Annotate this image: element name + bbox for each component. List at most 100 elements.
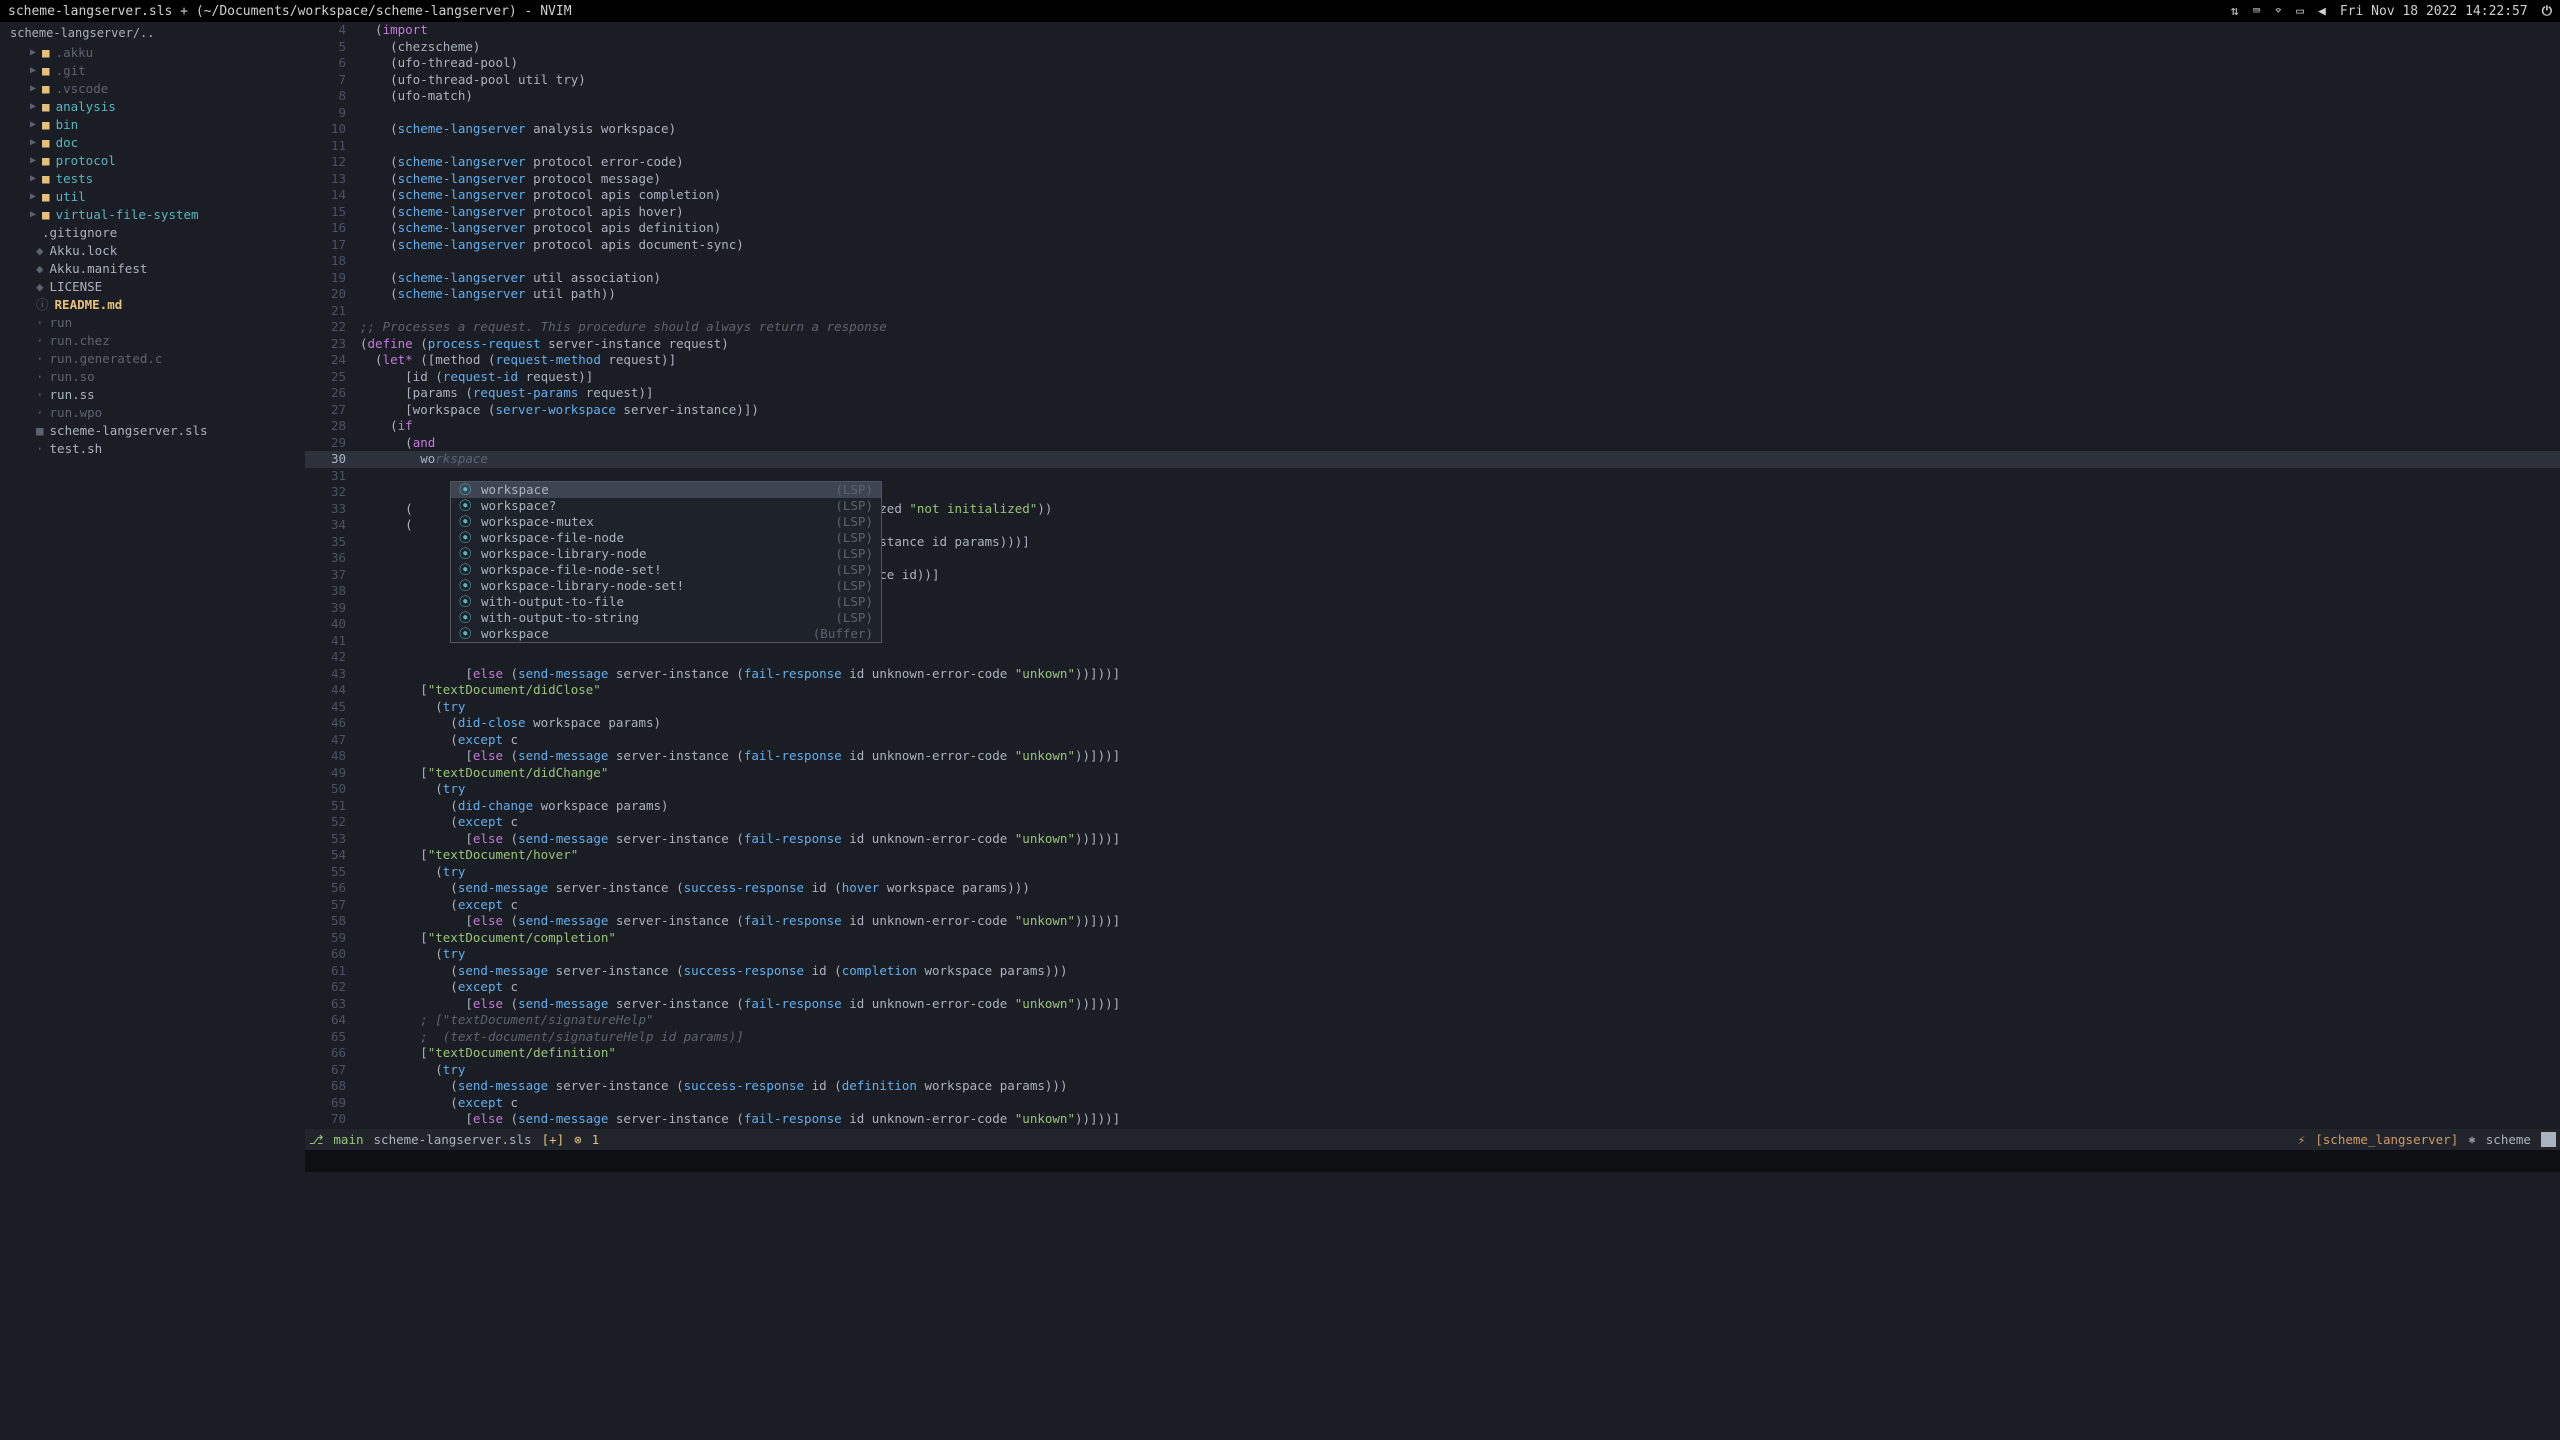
code-line[interactable]: 20 (scheme-langserver util path))	[305, 286, 2560, 303]
code-line[interactable]: 14 (scheme-langserver protocol apis comp…	[305, 187, 2560, 204]
code-line[interactable]: 54 ["textDocument/hover"	[305, 847, 2560, 864]
line-number: 38	[305, 583, 360, 600]
file-tree-item[interactable]: .gitignore	[0, 224, 305, 242]
file-tree-item[interactable]: ◆Akku.manifest	[0, 260, 305, 278]
cmdline-area[interactable]	[305, 1150, 2560, 1172]
completion-item[interactable]: ⦿workspace(Buffer)	[451, 626, 881, 642]
file-tree-item[interactable]: ·run.so	[0, 368, 305, 386]
file-tree-item[interactable]: ▶■.vscode	[0, 80, 305, 98]
completion-item[interactable]: ⦿workspace-file-node-set!(LSP)	[451, 562, 881, 578]
code-line[interactable]: 61 (send-message server-instance (succes…	[305, 963, 2560, 980]
code-line[interactable]: 22;; Processes a request. This procedure…	[305, 319, 2560, 336]
code-line[interactable]: 26 [params (request-params request)]	[305, 385, 2560, 402]
code-line[interactable]: 57 (except c	[305, 897, 2560, 914]
system-tray: ⇅ ⌨ ⌔ ▭ ◀ Fri Nov 18 2022 14:22:57 ⏻	[2231, 4, 2552, 19]
file-tree-sidebar[interactable]: scheme-langserver/.. ▶■.akku▶■.git▶■.vsc…	[0, 22, 305, 1440]
file-tree-item[interactable]: ▶■bin	[0, 116, 305, 134]
code-line[interactable]: 17 (scheme-langserver protocol apis docu…	[305, 237, 2560, 254]
code-line[interactable]: 9	[305, 105, 2560, 122]
code-line[interactable]: 28 (if	[305, 418, 2560, 435]
code-line[interactable]: 30 workspace	[305, 451, 2560, 468]
code-line[interactable]: 63 [else (send-message server-instance (…	[305, 996, 2560, 1013]
file-tree-item[interactable]: ▶■tests	[0, 170, 305, 188]
file-icon: ·	[36, 351, 44, 367]
completion-item[interactable]: ⦿workspace-library-node-set!(LSP)	[451, 578, 881, 594]
code-line[interactable]: 45 (try	[305, 699, 2560, 716]
file-tree-item[interactable]: ·run	[0, 314, 305, 332]
code-line[interactable]: 52 (except c	[305, 814, 2560, 831]
code-line[interactable]: 56 (send-message server-instance (succes…	[305, 880, 2560, 897]
file-tree-item[interactable]: ▶■util	[0, 188, 305, 206]
file-tree-item[interactable]: ◆LICENSE	[0, 278, 305, 296]
file-tree-item[interactable]: ▶■.git	[0, 62, 305, 80]
file-tree-item[interactable]: ▶■.akku	[0, 44, 305, 62]
code-line[interactable]: 19 (scheme-langserver util association)	[305, 270, 2560, 287]
code-line[interactable]: 4 (import	[305, 22, 2560, 39]
code-line[interactable]: 25 [id (request-id request)]	[305, 369, 2560, 386]
code-line[interactable]: 47 (except c	[305, 732, 2560, 749]
completion-item[interactable]: ⦿workspace-library-node(LSP)	[451, 546, 881, 562]
code-line[interactable]: 51 (did-change workspace params)	[305, 798, 2560, 815]
code-line[interactable]: 65 ; (text-document/signatureHelp id par…	[305, 1029, 2560, 1046]
code-line[interactable]: 66 ["textDocument/definition"	[305, 1045, 2560, 1062]
code-line[interactable]: 43 [else (send-message server-instance (…	[305, 666, 2560, 683]
file-tree-item[interactable]: ·run.wpo	[0, 404, 305, 422]
code-line[interactable]: 49 ["textDocument/didChange"	[305, 765, 2560, 782]
code-line[interactable]: 67 (try	[305, 1062, 2560, 1079]
code-line[interactable]: 46 (did-close workspace params)	[305, 715, 2560, 732]
file-tree-item[interactable]: ▶■protocol	[0, 152, 305, 170]
code-line[interactable]: 70 [else (send-message server-instance (…	[305, 1111, 2560, 1128]
code-line[interactable]: 5 (chezscheme)	[305, 39, 2560, 56]
file-tree-item[interactable]: ▶■doc	[0, 134, 305, 152]
file-tree-item[interactable]: ·test.sh	[0, 440, 305, 458]
file-tree-item[interactable]: ·run.ss	[0, 386, 305, 404]
code-line[interactable]: 62 (except c	[305, 979, 2560, 996]
completion-item[interactable]: ⦿workspace(LSP)	[451, 482, 881, 498]
code-line[interactable]: 68 (send-message server-instance (succes…	[305, 1078, 2560, 1095]
code-line[interactable]: 64 ; ["textDocument/signatureHelp"	[305, 1012, 2560, 1029]
code-line[interactable]: 7 (ufo-thread-pool util try)	[305, 72, 2560, 89]
code-line[interactable]: 18	[305, 253, 2560, 270]
code-line[interactable]: 55 (try	[305, 864, 2560, 881]
code-line[interactable]: 16 (scheme-langserver protocol apis defi…	[305, 220, 2560, 237]
code-line[interactable]: 6 (ufo-thread-pool)	[305, 55, 2560, 72]
file-tree-item[interactable]: ▶■analysis	[0, 98, 305, 116]
code-line[interactable]: 21	[305, 303, 2560, 320]
code-line[interactable]: 59 ["textDocument/completion"	[305, 930, 2560, 947]
code-line[interactable]: 50 (try	[305, 781, 2560, 798]
line-number: 10	[305, 121, 360, 138]
code-line[interactable]: 13 (scheme-langserver protocol message)	[305, 171, 2560, 188]
completion-kind-icon: ⦿	[459, 514, 473, 530]
code-line[interactable]: 44 ["textDocument/didClose"	[305, 682, 2560, 699]
editor-pane[interactable]: 4 (import5 (chezscheme)6 (ufo-thread-poo…	[305, 22, 2560, 1440]
code-line[interactable]: 12 (scheme-langserver protocol error-cod…	[305, 154, 2560, 171]
code-line[interactable]: 8 (ufo-match)	[305, 88, 2560, 105]
code-line[interactable]: 10 (scheme-langserver analysis workspace…	[305, 121, 2560, 138]
completion-item[interactable]: ⦿workspace-mutex(LSP)	[451, 514, 881, 530]
code-line[interactable]: 23(define (process-request server-instan…	[305, 336, 2560, 353]
code-line[interactable]: 60 (try	[305, 946, 2560, 963]
file-tree-item[interactable]: ■scheme-langserver.sls	[0, 422, 305, 440]
code-line[interactable]: 69 (except c	[305, 1095, 2560, 1112]
file-icon: ◆	[36, 279, 44, 295]
code-line[interactable]: 42	[305, 649, 2560, 666]
completion-popup[interactable]: ⦿workspace(LSP)⦿workspace?(LSP)⦿workspac…	[450, 481, 882, 643]
completion-item[interactable]: ⦿workspace?(LSP)	[451, 498, 881, 514]
code-line[interactable]: 15 (scheme-langserver protocol apis hove…	[305, 204, 2560, 221]
code-line[interactable]: 27 [workspace (server-workspace server-i…	[305, 402, 2560, 419]
file-tree-item[interactable]: ⓘREADME.md	[0, 296, 305, 314]
completion-item[interactable]: ⦿workspace-file-node(LSP)	[451, 530, 881, 546]
code-line[interactable]: 24 (let* ([method (request-method reques…	[305, 352, 2560, 369]
completion-item[interactable]: ⦿with-output-to-string(LSP)	[451, 610, 881, 626]
code-line[interactable]: 58 [else (send-message server-instance (…	[305, 913, 2560, 930]
power-icon[interactable]: ⏻	[2542, 4, 2552, 19]
file-tree-item[interactable]: ▶■virtual-file-system	[0, 206, 305, 224]
code-line[interactable]: 48 [else (send-message server-instance (…	[305, 748, 2560, 765]
code-line[interactable]: 53 [else (send-message server-instance (…	[305, 831, 2560, 848]
code-line[interactable]: 11	[305, 138, 2560, 155]
file-tree-item[interactable]: ·run.chez	[0, 332, 305, 350]
completion-item[interactable]: ⦿with-output-to-file(LSP)	[451, 594, 881, 610]
code-line[interactable]: 29 (and	[305, 435, 2560, 452]
file-tree-item[interactable]: ◆Akku.lock	[0, 242, 305, 260]
file-tree-item[interactable]: ·run.generated.c	[0, 350, 305, 368]
